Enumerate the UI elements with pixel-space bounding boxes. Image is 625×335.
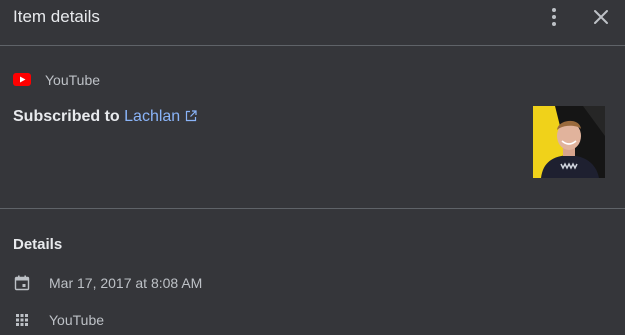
youtube-logo-icon xyxy=(13,73,31,86)
item-details-dialog: Item details YouTube Subscribed to Lachl… xyxy=(0,0,625,335)
apps-grid-icon xyxy=(16,314,28,326)
detail-row-date: Mar 17, 2017 at 8:08 AM xyxy=(0,271,625,295)
dialog-title: Item details xyxy=(13,7,100,26)
activity-title: Subscribed to Lachlan xyxy=(13,108,197,126)
more-vert-icon xyxy=(552,8,556,26)
close-icon xyxy=(594,10,608,24)
channel-name: Lachlan xyxy=(124,108,181,125)
activity-item: YouTube Subscribed to Lachlan xyxy=(0,47,625,209)
activity-action: Subscribed to xyxy=(13,108,120,125)
open-in-new-icon xyxy=(186,110,197,122)
avatar-image xyxy=(533,106,605,178)
more-options-button[interactable] xyxy=(544,6,564,28)
details-heading: Details xyxy=(13,236,63,253)
activity-date: Mar 17, 2017 at 8:08 AM xyxy=(49,275,203,291)
detail-row-product: YouTube xyxy=(0,308,625,332)
dialog-header: Item details xyxy=(0,0,625,46)
details-section: Details Mar 17, 2017 at 8:08 AM YouTube xyxy=(0,210,625,335)
activity-product: YouTube xyxy=(49,312,105,328)
calendar-icon xyxy=(14,275,30,291)
channel-avatar[interactable] xyxy=(533,106,605,178)
close-button[interactable] xyxy=(590,6,612,28)
source-label: YouTube xyxy=(45,72,101,88)
channel-link[interactable]: Lachlan xyxy=(124,108,197,125)
